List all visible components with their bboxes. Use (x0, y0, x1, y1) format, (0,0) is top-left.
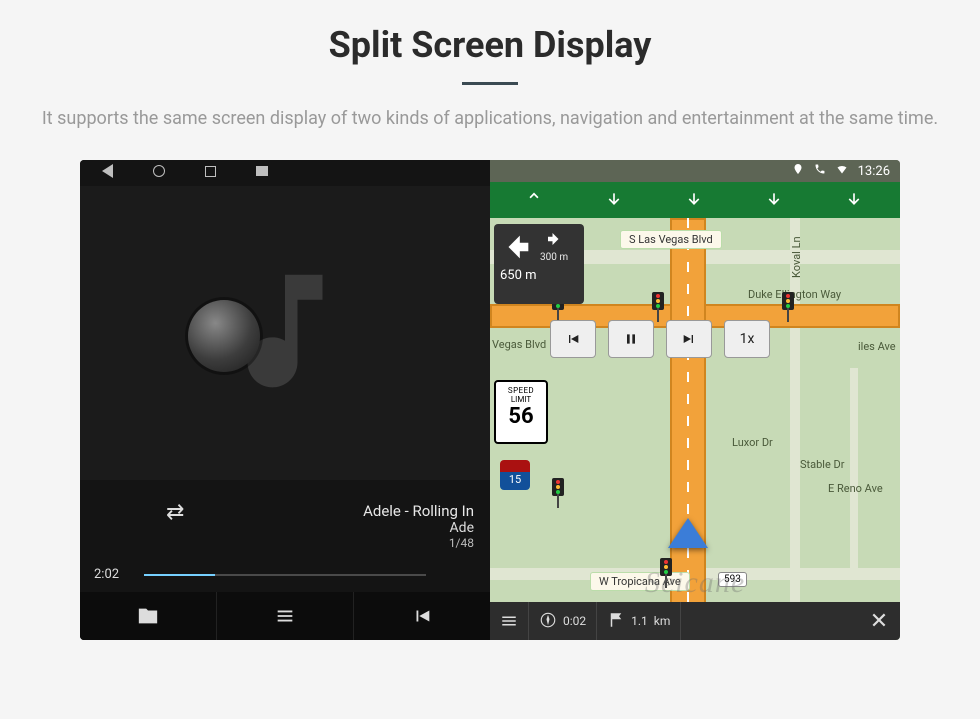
highway-shield: 15 (500, 460, 530, 490)
eta-display: 0:02 (529, 602, 597, 640)
lane-arrow-icon (600, 186, 628, 214)
track-counter: 1/48 (80, 536, 474, 550)
turn-left-icon (500, 230, 534, 268)
track-info: Adele - Rolling In Ade 1/48 (80, 502, 490, 550)
next-turn-unit: m (559, 252, 568, 263)
sim-control-row: 1x (550, 320, 770, 358)
device-frame: ⇄ Adele - Rolling In Ade 1/48 2:02 (80, 160, 900, 640)
poi-label: Koval Ln (790, 236, 803, 278)
poi-label: Vegas Blvd (492, 338, 546, 351)
clock-time: 13:26 (858, 164, 890, 179)
speed-label-1: SPEED (496, 386, 546, 395)
nav-bottom-bar: 0:02 1.1 km ✕ (490, 602, 900, 640)
compass-icon (539, 611, 557, 632)
remaining-unit: km (654, 614, 671, 628)
browse-button[interactable] (80, 592, 217, 640)
music-pane: ⇄ Adele - Rolling In Ade 1/48 2:02 (80, 160, 490, 640)
distance-display: 1.1 km (597, 602, 681, 640)
eta-time: 0:02 (563, 614, 586, 628)
lane-arrow-icon (760, 186, 788, 214)
list-button[interactable] (217, 592, 354, 640)
lane-arrow-icon (840, 186, 868, 214)
screenshot-icon[interactable] (256, 166, 268, 176)
sim-prev-button[interactable] (550, 320, 596, 358)
menu-button[interactable] (490, 602, 529, 640)
traffic-light-icon (650, 292, 666, 322)
page-subtitle: It supports the same screen display of t… (0, 105, 980, 160)
status-bar: 13:26 (490, 160, 900, 182)
speed-label-2: LIMIT (496, 395, 546, 404)
lane-guidance-bar (490, 182, 900, 218)
poi-label: E Reno Ave (828, 482, 883, 495)
lane-arrow-icon (680, 186, 708, 214)
watermark: Seicane (645, 566, 745, 600)
poi-label: iles Ave (858, 340, 896, 353)
poi-label: Luxor Dr (732, 436, 773, 449)
main-turn-dist: 650 (500, 268, 522, 283)
album-art-area (80, 186, 490, 480)
wifi-icon (836, 163, 848, 179)
phone-icon (814, 163, 826, 179)
android-nav-bar (80, 164, 268, 178)
street-label: S Las Vegas Blvd (620, 230, 722, 249)
track-artist: Ade (80, 520, 474, 536)
progress-row: 2:02 (80, 567, 490, 582)
speed-limit-sign: SPEED LIMIT 56 (494, 380, 548, 444)
poi-label: Stable Dr (800, 458, 844, 471)
location-icon (792, 163, 804, 179)
music-bottom-controls (80, 592, 490, 640)
prev-track-button[interactable] (354, 592, 490, 640)
elapsed-time: 2:02 (94, 567, 134, 582)
traffic-light-icon (550, 478, 566, 508)
progress-bar[interactable] (144, 574, 426, 576)
back-icon[interactable] (102, 164, 113, 178)
close-button[interactable]: ✕ (858, 602, 900, 640)
home-icon[interactable] (153, 165, 165, 177)
turn-instruction-box: 300 m 650 m (494, 224, 584, 304)
recents-icon[interactable] (205, 166, 216, 177)
sim-speed-button[interactable]: 1x (724, 320, 770, 358)
sim-next-button[interactable] (666, 320, 712, 358)
joystick-overlay[interactable] (188, 300, 260, 372)
remaining-dist: 1.1 (631, 614, 648, 628)
nav-pane: 13:26 S Las Vegas Blvd W Tropicana Ave 5… (490, 160, 900, 640)
next-turn-dist: 300 (540, 252, 557, 263)
page-title: Split Screen Display (0, 0, 980, 66)
lane-arrow-icon (520, 186, 548, 214)
title-underline (462, 82, 518, 85)
main-turn-unit: m (525, 268, 536, 283)
flag-icon (607, 611, 625, 632)
sim-pause-button[interactable] (608, 320, 654, 358)
track-title: Adele - Rolling In (80, 502, 474, 520)
speed-limit-value: 56 (496, 404, 546, 429)
vehicle-cursor-icon (668, 518, 708, 548)
turn-right-icon (545, 230, 563, 252)
traffic-light-icon (780, 292, 796, 322)
